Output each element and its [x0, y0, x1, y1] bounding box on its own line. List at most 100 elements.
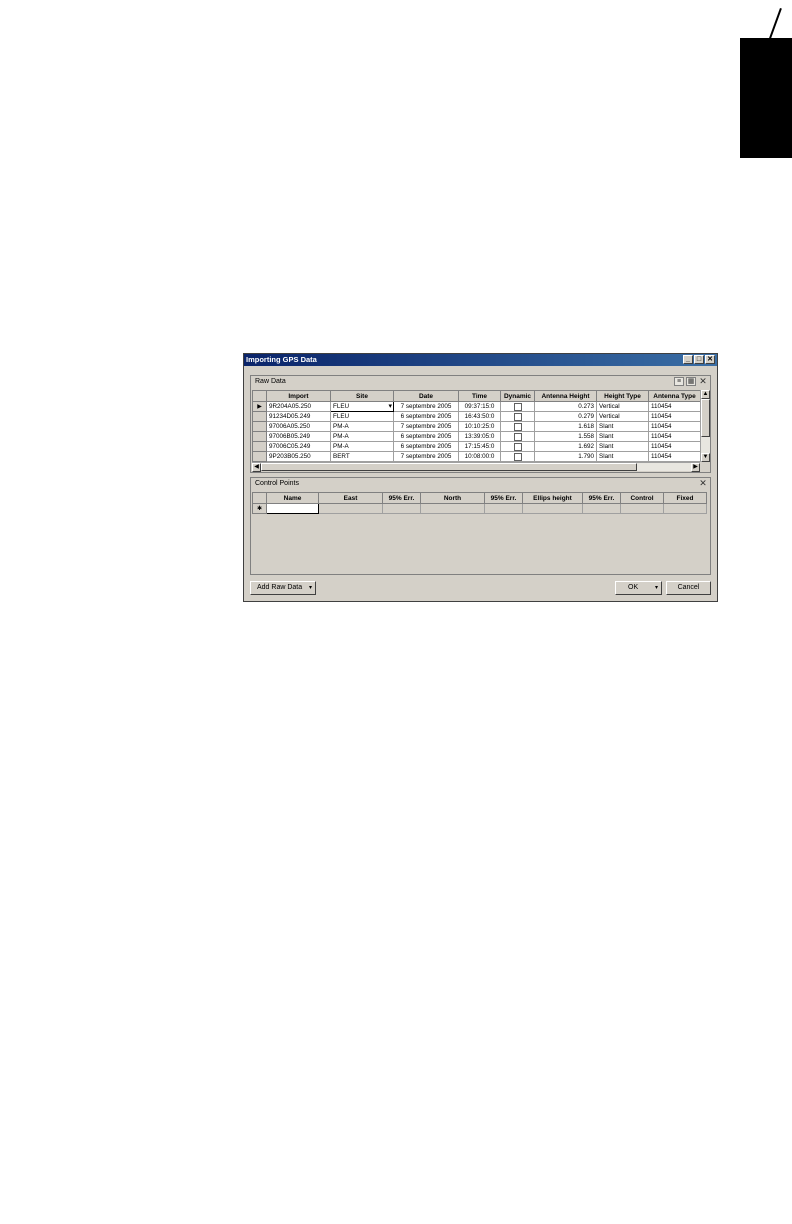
cell-time[interactable]: 10:08:00:0 [458, 451, 501, 462]
raw-data-hscrollbar[interactable]: ◀ ▶ [252, 462, 700, 472]
col-antenna-type[interactable]: Antenna Type [648, 390, 701, 402]
cell-antenna-type[interactable]: 110454 [648, 401, 701, 412]
cell-import[interactable]: 9P203B05.250 [266, 451, 331, 462]
col-date[interactable]: Date [393, 390, 459, 402]
panel-close-icon[interactable]: ✕ [698, 479, 708, 488]
cell-antenna-height[interactable]: 1.558 [534, 431, 597, 442]
dynamic-checkbox[interactable] [513, 422, 522, 431]
cell-import[interactable]: 97006A05.250 [266, 421, 331, 432]
col-height-type[interactable]: Height Type [596, 390, 649, 402]
cell-import[interactable]: 97006B05.249 [266, 431, 331, 442]
minimize-icon[interactable]: _ [683, 355, 693, 364]
col-east-err[interactable]: 95% Err. [382, 492, 421, 504]
cell-date[interactable]: 6 septembre 2005 [393, 411, 459, 422]
cell-name-input[interactable] [266, 503, 319, 514]
cell-east-err[interactable] [382, 503, 421, 514]
chevron-down-icon[interactable]: ▾ [388, 403, 392, 410]
table-row[interactable]: 91234D05.249 FLEU 6 septembre 2005 16:43… [252, 411, 701, 422]
table-row[interactable]: 9P203B05.250 BERT 7 septembre 2005 10:08… [252, 451, 701, 462]
row-selector[interactable] [252, 451, 267, 462]
scroll-right-icon[interactable]: ▶ [691, 463, 700, 472]
cell-dynamic[interactable] [500, 451, 535, 462]
dynamic-checkbox[interactable] [513, 402, 522, 411]
add-raw-data-button[interactable]: Add Raw Data ▾ [250, 581, 316, 595]
cell-date[interactable]: 7 septembre 2005 [393, 401, 459, 412]
table-row[interactable]: 97006C05.249 PM-A 6 septembre 2005 17:15… [252, 441, 701, 452]
table-row[interactable]: 97006A05.250 PM-A 7 septembre 2005 10:10… [252, 421, 701, 432]
cell-height-type[interactable]: Slant [596, 421, 649, 432]
cell-import[interactable]: 9R204A05.250 [266, 401, 331, 412]
cell-site[interactable]: BERT [330, 451, 394, 462]
cell-height-type[interactable]: Slant [596, 451, 649, 462]
cell-north[interactable] [420, 503, 485, 514]
cell-height-err[interactable] [582, 503, 621, 514]
cell-antenna-height[interactable]: 1.618 [534, 421, 597, 432]
cell-antenna-type[interactable]: 110454 [648, 441, 701, 452]
row-selector[interactable] [252, 411, 267, 422]
col-control[interactable]: Control [620, 492, 664, 504]
panel-close-icon[interactable]: ✕ [698, 377, 708, 386]
grid-options-icon[interactable]: ▦ [686, 377, 696, 386]
cell-import[interactable]: 91234D05.249 [266, 411, 331, 422]
dynamic-checkbox[interactable] [513, 412, 522, 421]
cell-height-type[interactable]: Vertical [596, 411, 649, 422]
raw-data-vscrollbar[interactable]: ▲ ▼ [700, 390, 710, 462]
cell-time[interactable]: 16:43:50:0 [458, 411, 501, 422]
dynamic-checkbox[interactable] [513, 432, 522, 441]
cell-dynamic[interactable] [500, 401, 535, 412]
row-selector[interactable] [252, 421, 267, 432]
col-height-err[interactable]: 95% Err. [582, 492, 621, 504]
cell-height-type[interactable]: Slant [596, 441, 649, 452]
cell-dynamic[interactable] [500, 411, 535, 422]
cell-antenna-type[interactable]: 110454 [648, 431, 701, 442]
cell-date[interactable]: 7 septembre 2005 [393, 421, 459, 432]
cell-antenna-height[interactable]: 0.279 [534, 411, 597, 422]
cell-date[interactable]: 7 septembre 2005 [393, 451, 459, 462]
new-row-icon[interactable]: ✱ [252, 503, 267, 514]
cell-antenna-height[interactable]: 1.692 [534, 441, 597, 452]
cell-site[interactable]: FLEU [330, 411, 394, 422]
cell-dynamic[interactable] [500, 431, 535, 442]
cell-height-type[interactable]: Slant [596, 431, 649, 442]
col-site[interactable]: Site [330, 390, 394, 402]
cell-site[interactable]: PM-A [330, 441, 394, 452]
cell-height-type[interactable]: Vertical [596, 401, 649, 412]
close-icon[interactable]: ✕ [705, 355, 715, 364]
scroll-down-icon[interactable]: ▼ [701, 453, 710, 462]
col-time[interactable]: Time [458, 390, 501, 402]
dynamic-checkbox[interactable] [513, 452, 522, 461]
col-ellips-height[interactable]: Ellips height [522, 492, 583, 504]
row-selector[interactable] [252, 441, 267, 452]
cell-import[interactable]: 97006C05.249 [266, 441, 331, 452]
col-import[interactable]: Import [266, 390, 331, 402]
cell-antenna-type[interactable]: 110454 [648, 411, 701, 422]
col-east[interactable]: East [318, 492, 383, 504]
hscroll-thumb[interactable] [261, 463, 637, 471]
cell-antenna-type[interactable]: 110454 [648, 451, 701, 462]
row-selector[interactable] [252, 431, 267, 442]
cell-time[interactable]: 17:15:45:0 [458, 441, 501, 452]
cell-time[interactable]: 09:37:15:0 [458, 401, 501, 412]
cell-site[interactable]: PM-A [330, 431, 394, 442]
cell-date[interactable]: 6 septembre 2005 [393, 441, 459, 452]
maximize-icon[interactable]: □ [694, 355, 704, 364]
table-row[interactable]: ▶ 9R204A05.250 FLEU ▾ 7 septembre 2005 09… [252, 401, 701, 412]
cell-time[interactable]: 13:39:05:0 [458, 431, 501, 442]
scroll-left-icon[interactable]: ◀ [252, 463, 261, 472]
cell-control[interactable] [620, 503, 664, 514]
table-row[interactable]: 97006B05.249 PM-A 6 septembre 2005 13:39… [252, 431, 701, 442]
cell-dynamic[interactable] [500, 421, 535, 432]
cell-fixed[interactable] [663, 503, 707, 514]
col-north-err[interactable]: 95% Err. [484, 492, 523, 504]
cell-site-dropdown[interactable]: FLEU ▾ [330, 401, 394, 412]
cell-antenna-height[interactable]: 0.273 [534, 401, 597, 412]
col-north[interactable]: North [420, 492, 485, 504]
current-row-icon[interactable]: ▶ [252, 401, 267, 412]
scroll-up-icon[interactable]: ▲ [701, 390, 710, 399]
cell-date[interactable]: 6 septembre 2005 [393, 431, 459, 442]
cell-ellips-height[interactable] [522, 503, 583, 514]
cancel-button[interactable]: Cancel [666, 581, 711, 595]
vscroll-thumb[interactable] [701, 399, 710, 437]
cell-site[interactable]: PM-A [330, 421, 394, 432]
col-name[interactable]: Name [266, 492, 319, 504]
